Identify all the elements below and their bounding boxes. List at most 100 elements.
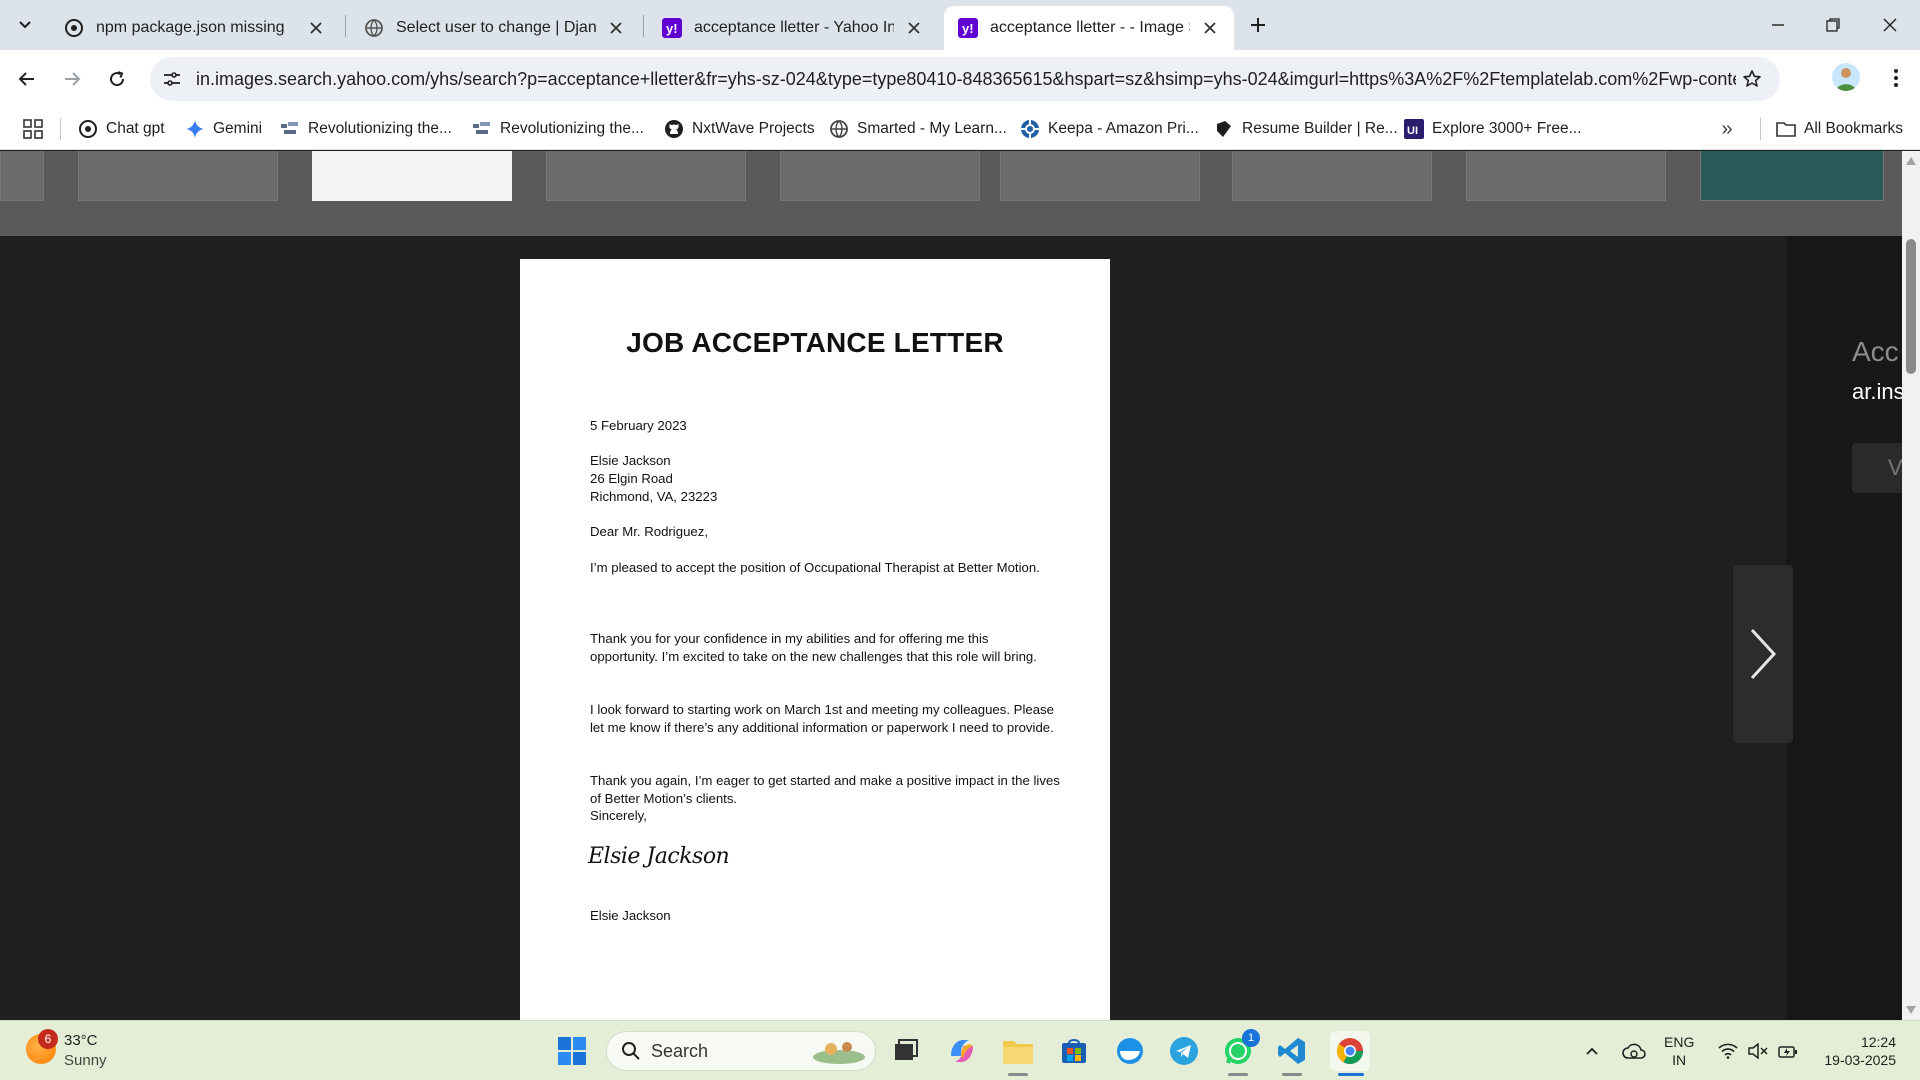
vscode-button[interactable] (1272, 1031, 1312, 1071)
resume-icon (1214, 119, 1234, 139)
bookmark-nxtwave[interactable]: NxtWave Projects (664, 114, 815, 144)
thumbnail-selected[interactable] (312, 151, 512, 201)
menu-button[interactable] (1882, 63, 1910, 93)
chrome-button[interactable] (1330, 1031, 1370, 1071)
scrollbar-thumb[interactable] (1906, 239, 1916, 374)
close-icon[interactable] (306, 18, 326, 38)
minimize-icon (1772, 24, 1784, 26)
thumbnail[interactable] (1232, 151, 1432, 201)
apps-button[interactable] (20, 116, 46, 142)
telegram-button[interactable] (1164, 1031, 1204, 1071)
tab-npm[interactable]: npm package.json missing (50, 6, 340, 50)
bookmark-explore[interactable]: UI Explore 3000+ Free... (1404, 114, 1582, 144)
cloud-sync-icon (1622, 1043, 1646, 1059)
restore-button[interactable] (1815, 10, 1851, 40)
bookmark-label: Explore 3000+ Free... (1432, 120, 1582, 137)
image-source[interactable]: ar.ins (1852, 379, 1905, 405)
thumbnail[interactable] (0, 151, 44, 201)
all-bookmarks-button[interactable]: All Bookmarks (1776, 114, 1903, 144)
reload-button[interactable] (99, 61, 135, 97)
globe-icon (364, 18, 384, 38)
gemini-icon (185, 119, 205, 139)
telegram-icon (1170, 1037, 1198, 1065)
plus-icon (1251, 18, 1265, 32)
bookmark-label: NxtWave Projects (692, 120, 815, 137)
task-view-button[interactable] (886, 1031, 926, 1071)
bookmark-label: Smarted - My Learn... (857, 120, 1007, 137)
whatsapp-button[interactable]: 1 (1218, 1029, 1260, 1071)
page-scrollbar[interactable] (1902, 151, 1920, 1020)
minimize-button[interactable] (1760, 10, 1796, 40)
onedrive-button[interactable] (1620, 1021, 1648, 1080)
clock[interactable]: 12:24 19-03-2025 (1812, 1033, 1896, 1069)
wifi-icon (1718, 1043, 1738, 1059)
apps-grid-icon (23, 119, 43, 139)
clock-date: 19-03-2025 (1824, 1052, 1896, 1068)
volume-button[interactable] (1744, 1021, 1772, 1080)
scroll-up-arrow-icon[interactable] (1906, 157, 1916, 165)
bookmark-label: Keepa - Amazon Pri... (1048, 120, 1199, 137)
bookmark-gemini[interactable]: Gemini (185, 114, 262, 144)
thumbnail[interactable] (1000, 151, 1200, 201)
tab-title: npm package.json missing (96, 19, 285, 36)
bookmark-smarted[interactable]: Smarted - My Learn... (829, 114, 1007, 144)
folder-icon (1003, 1041, 1033, 1064)
letter-heading: JOB ACCEPTANCE LETTER (626, 327, 1004, 358)
bookmark-chat-gpt[interactable]: Chat gpt (78, 114, 165, 144)
back-button[interactable] (9, 61, 45, 97)
thumbnail[interactable] (780, 151, 980, 201)
show-hidden-icons-button[interactable] (1580, 1021, 1604, 1080)
thumbnail[interactable] (1700, 151, 1884, 201)
tab-yahoo-images[interactable]: y! acceptance lletter - - Image Sea (944, 6, 1234, 50)
close-window-button[interactable] (1872, 10, 1908, 40)
arrow-right-icon (65, 72, 81, 86)
bookmark-revolutionizing-1[interactable]: Revolutionizing the... (280, 114, 452, 144)
language-indicator[interactable]: ENG IN (1664, 1033, 1694, 1069)
next-image-button[interactable] (1733, 565, 1793, 743)
thumbnail[interactable] (546, 151, 746, 201)
clock-time: 12:24 (1860, 1034, 1896, 1050)
store-button[interactable] (1054, 1031, 1094, 1071)
site-icon (472, 119, 492, 139)
tab-search-button[interactable] (10, 10, 40, 40)
close-icon[interactable] (1200, 18, 1220, 38)
bookmarks-bar: Chat gpt Gemini Revolutionizing the... R… (0, 108, 1920, 150)
bookmark-keepa[interactable]: Keepa - Amazon Pri... (1020, 114, 1199, 144)
letter-closing: Sincerely, (590, 808, 647, 823)
address-bar[interactable]: in.images.search.yahoo.com/yhs/search?p=… (150, 57, 1780, 101)
chatgpt-icon (78, 119, 98, 139)
thumbnail[interactable] (78, 151, 278, 201)
tab-yahoo-search[interactable]: y! acceptance lletter - Yahoo India (648, 6, 938, 50)
tab-django[interactable]: Select user to change | Django (350, 6, 640, 50)
site-icon (280, 119, 300, 139)
site-info-icon[interactable] (160, 67, 184, 91)
arrow-left-icon (18, 72, 34, 86)
language-code: ENG (1664, 1034, 1695, 1050)
bookmark-revolutionizing-2[interactable]: Revolutionizing the... (472, 114, 644, 144)
copilot-button[interactable] (942, 1031, 982, 1071)
start-button[interactable] (552, 1031, 592, 1071)
close-icon[interactable] (606, 18, 626, 38)
profile-avatar[interactable] (1832, 63, 1860, 91)
letter-date: 5 February 2023 (590, 418, 687, 433)
network-button[interactable] (1714, 1021, 1742, 1080)
docker-button[interactable] (1110, 1031, 1150, 1071)
taskbar-search[interactable]: Search (606, 1031, 876, 1071)
bookmark-resume-builder[interactable]: Resume Builder | Re... (1214, 114, 1398, 144)
new-tab-button[interactable] (1244, 11, 1272, 39)
scroll-down-arrow-icon[interactable] (1906, 1006, 1916, 1014)
reload-icon (110, 71, 125, 87)
battery-button[interactable] (1774, 1021, 1802, 1080)
thumbnail[interactable] (1466, 151, 1666, 201)
kebab-menu-icon (1894, 69, 1898, 87)
letter-signature: Elsie Jackson (588, 844, 730, 869)
more-bookmarks-button[interactable]: » (1714, 116, 1740, 142)
letter-sender-city: Richmond, VA, 23223 (590, 489, 718, 504)
tab-strip: npm package.json missing Select user to … (0, 0, 1920, 50)
bookmark-star-icon[interactable] (1740, 67, 1764, 91)
docker-icon (1117, 1038, 1143, 1064)
running-indicator (1228, 1073, 1248, 1076)
file-explorer-button[interactable] (998, 1031, 1038, 1071)
forward-button[interactable] (54, 61, 90, 97)
close-icon[interactable] (904, 18, 924, 38)
